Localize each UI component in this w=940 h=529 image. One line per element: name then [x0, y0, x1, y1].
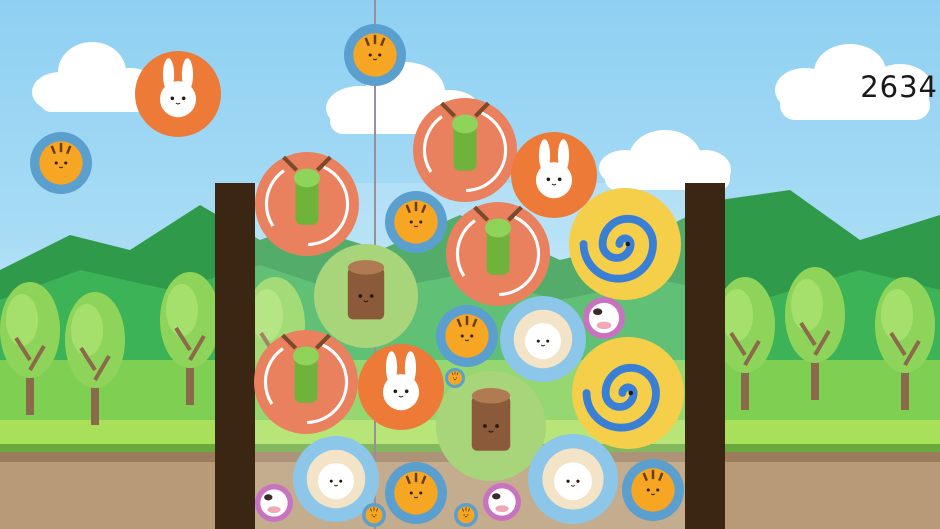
- tiger-ball: [622, 459, 684, 521]
- tiger-ball: [445, 368, 465, 388]
- tiger-ball: [344, 24, 406, 86]
- balls-layer: [30, 24, 684, 527]
- rabbit-ball: [511, 132, 597, 218]
- stump-ball: [314, 244, 418, 348]
- tiger-ball: [454, 503, 478, 527]
- rabbit-ball: [358, 344, 444, 430]
- score-counter: 2634: [860, 70, 938, 104]
- tiger-ball: [30, 132, 92, 194]
- cow-ball: [255, 484, 293, 522]
- deer-ball: [413, 98, 517, 202]
- cow-ball: [483, 483, 521, 521]
- tiger-ball: [385, 191, 447, 253]
- deer-ball: [254, 330, 358, 434]
- tiger-ball: [362, 503, 386, 527]
- cow-ball: [583, 297, 625, 339]
- tiger-ball: [385, 462, 447, 524]
- game-stage[interactable]: 2634: [0, 0, 940, 529]
- deer-ball: [446, 202, 550, 306]
- sheep-ball: [528, 434, 618, 524]
- snake-ball: [572, 337, 684, 449]
- deer-ball: [255, 152, 359, 256]
- sheep-ball: [500, 296, 586, 382]
- tiger-ball: [436, 305, 498, 367]
- snake-ball: [569, 188, 681, 300]
- rabbit-ball: [135, 51, 221, 137]
